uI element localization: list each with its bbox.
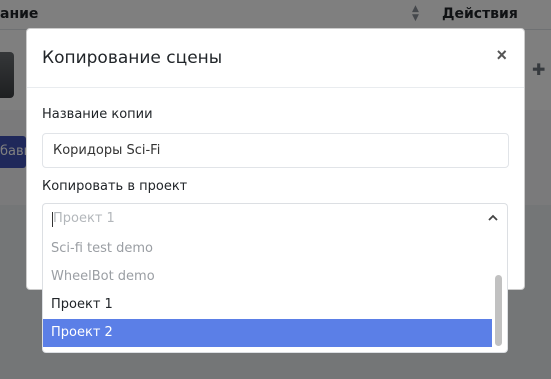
dropdown-option: Sci-fi test demo [51,241,153,256]
dropdown-option: WheelBot demo [51,269,155,284]
dropdown-option[interactable]: Проект 1 [43,291,492,319]
close-button[interactable]: × [496,45,507,65]
dropdown-option-selected[interactable]: Проект 2 [43,319,492,347]
scrollbar-thumb[interactable] [495,275,502,346]
copy-name-label: Название копии [42,107,153,122]
dropdown-scrollbar[interactable] [491,233,507,352]
project-select[interactable]: Проект 1 [42,203,508,233]
modal-title: Копирование сцены [42,48,223,68]
modal-header: Копирование сцены × [27,29,524,88]
project-dropdown-list: Sci-fi test demo WheelBot demo Проект 1 … [42,233,508,353]
target-project-label: Копировать в проект [42,179,188,194]
chevron-up-icon[interactable] [488,213,498,223]
copy-name-input[interactable] [42,133,509,168]
project-select-placeholder: Проект 1 [53,211,115,226]
